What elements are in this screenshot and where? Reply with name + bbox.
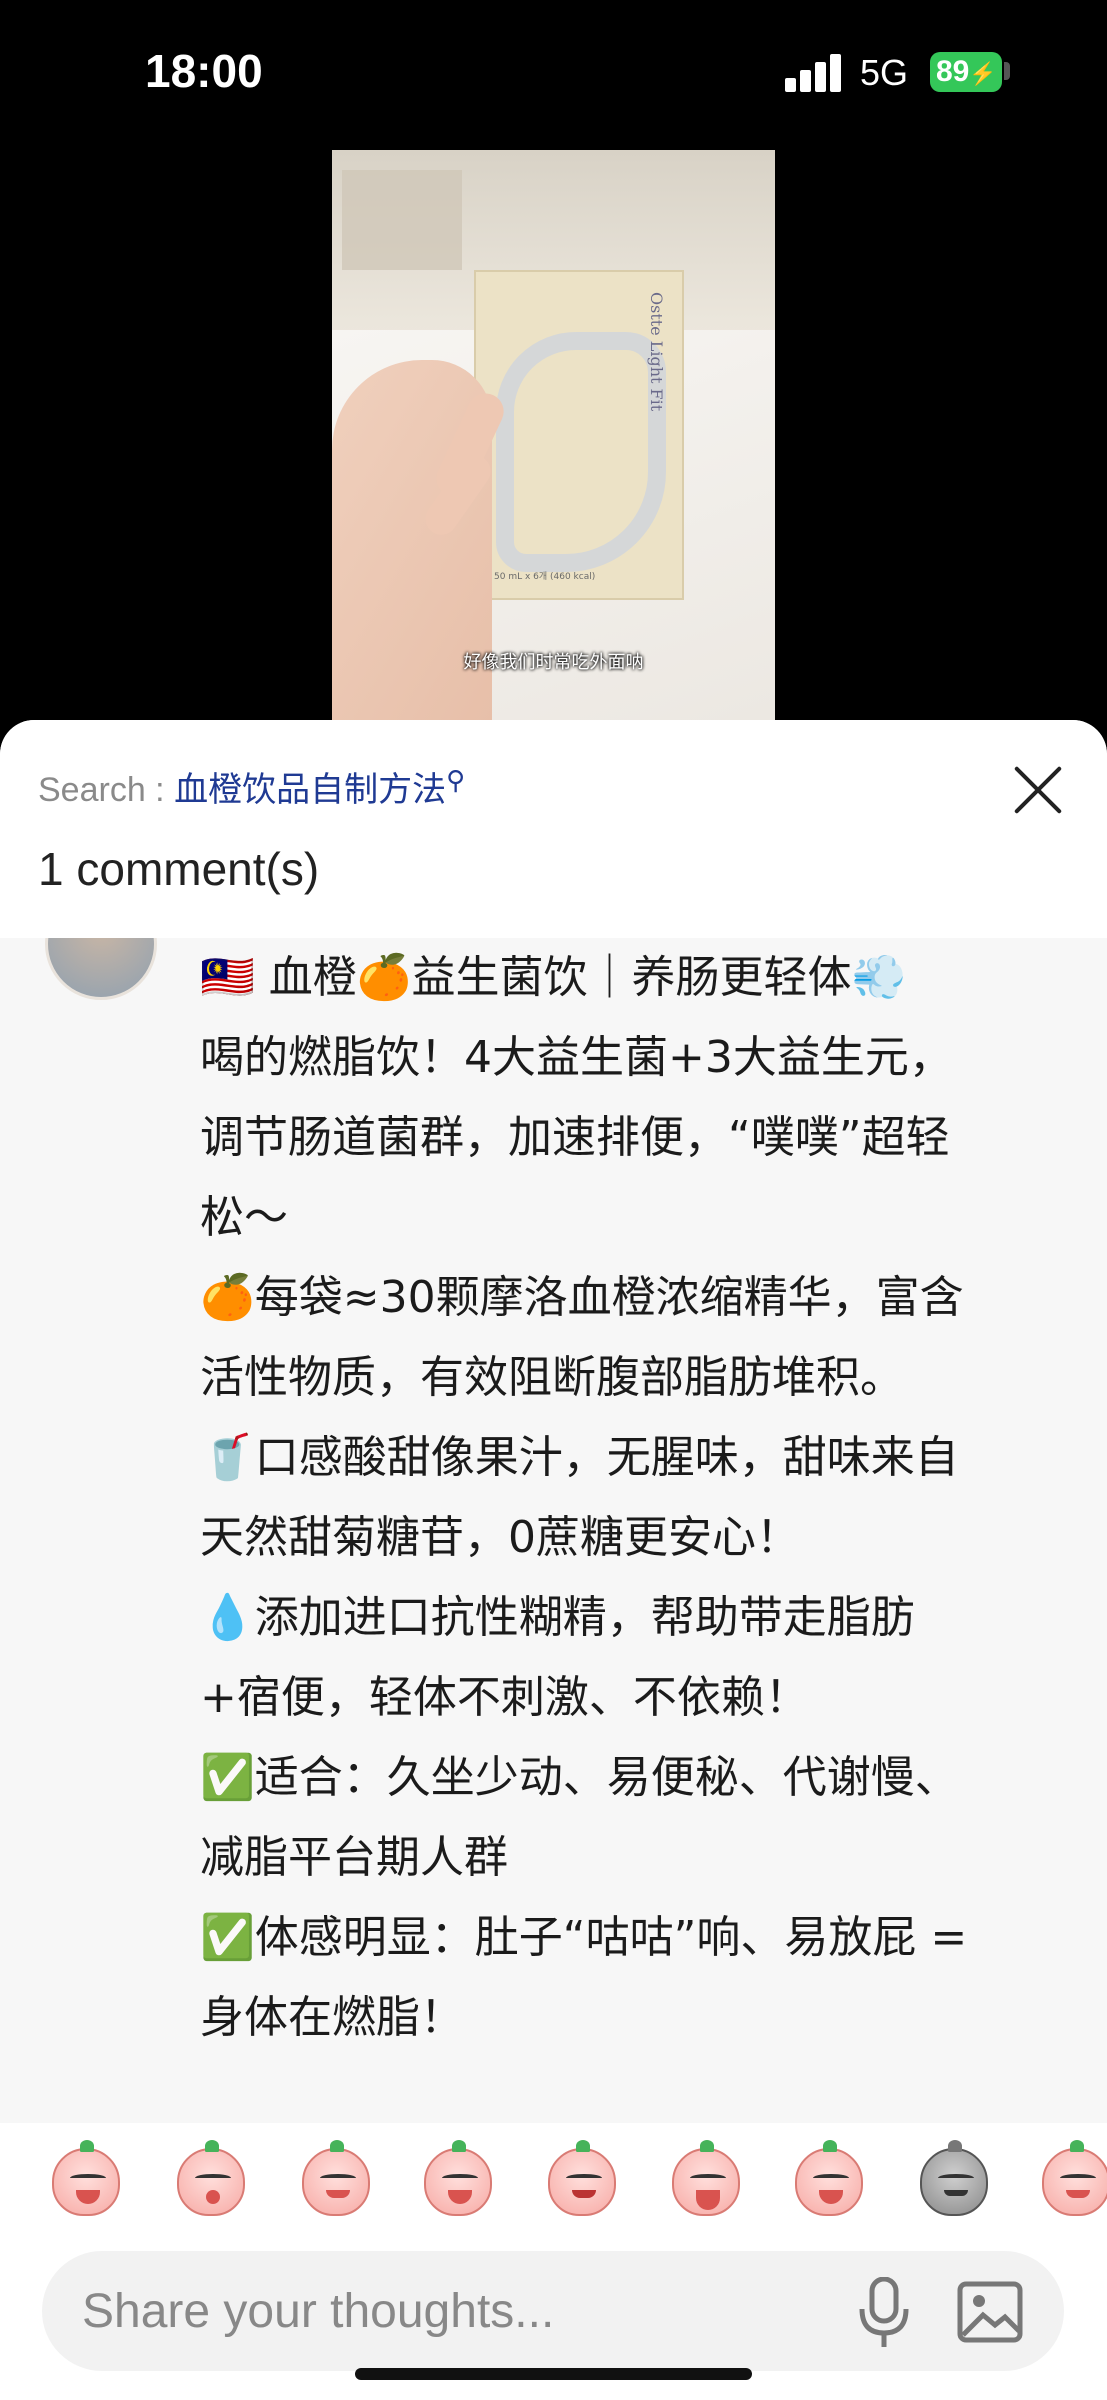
comment-line: 减脂平台期人群 bbox=[200, 1832, 508, 1883]
comment-line: 喝的燃脂饮！4大益生菌+3大益生元， bbox=[200, 1032, 953, 1083]
signal-icon bbox=[785, 52, 843, 92]
sheet-header: Search : 血橙饮品自制方法⚲ 1 comment(s) bbox=[0, 720, 1107, 938]
emoji-bar bbox=[0, 2123, 1107, 2243]
comment-line: 💧添加进口抗性糊精，帮助带走脂肪 bbox=[200, 1592, 915, 1643]
search-query-link[interactable]: 血橙饮品自制方法 bbox=[174, 771, 446, 809]
comment-line: 🍊每袋≈30颗摩洛血橙浓缩精华，富含 bbox=[200, 1272, 964, 1323]
comment-line: 调节肠道菌群，加速排便，“噗噗”超轻 bbox=[200, 1112, 950, 1163]
comment-line: 身体在燃脂！ bbox=[200, 1992, 464, 2043]
battery-level: 89 bbox=[936, 55, 970, 88]
video-player[interactable]: Ostte Light Fit 50 mL x 6개 (460 kcal) 好像… bbox=[0, 150, 1107, 720]
comment-line: 松～ bbox=[200, 1192, 288, 1243]
microphone-icon[interactable] bbox=[854, 2277, 914, 2349]
home-indicator[interactable] bbox=[355, 2368, 752, 2380]
network-label: 5G bbox=[860, 52, 909, 93]
gray-peach-emoji[interactable] bbox=[920, 2140, 988, 2216]
search-suggestion[interactable]: Search : 血橙饮品自制方法⚲ bbox=[38, 762, 465, 811]
comment-input[interactable] bbox=[82, 2283, 782, 2339]
image-icon[interactable] bbox=[957, 2281, 1023, 2343]
search-label: Search : bbox=[38, 771, 175, 809]
close-button[interactable] bbox=[1010, 762, 1066, 818]
product-detail: 50 mL x 6개 (460 kcal) bbox=[494, 572, 596, 582]
comment-item: 🇲🇾 血橙🍊益生菌饮｜养肠更轻体💨 喝的燃脂饮！4大益生菌+3大益生元， 调节肠… bbox=[0, 938, 1107, 2123]
comment-line: 活性物质，有效阻断腹部脂肪堆积。 bbox=[200, 1352, 904, 1403]
status-time: 18:00 bbox=[145, 45, 263, 97]
comment-count: 1 comment(s) bbox=[38, 843, 320, 895]
comment-line: ✅适合：久坐少动、易便秘、代谢慢、 bbox=[200, 1752, 959, 1803]
status-bar: 18:00 5G 89⚡ bbox=[0, 0, 1107, 150]
comment-text: 🇲🇾 血橙🍊益生菌饮｜养肠更轻体💨 喝的燃脂饮！4大益生菌+3大益生元， 调节肠… bbox=[200, 938, 1080, 2058]
laughing-peach-emoji[interactable] bbox=[672, 2140, 740, 2216]
search-icon[interactable]: ⚲ bbox=[446, 765, 465, 795]
sobbing-peach-emoji[interactable] bbox=[795, 2140, 863, 2216]
comment-line: +宿便，轻体不刺激、不依赖！ bbox=[200, 1672, 809, 1723]
video-frame[interactable]: Ostte Light Fit 50 mL x 6개 (460 kcal) 好像… bbox=[332, 150, 775, 720]
product-name: Ostte Light Fit bbox=[647, 292, 666, 412]
comment-line: 🥤口感酸甜像果汁，无腥味，甜味来自 bbox=[200, 1432, 959, 1483]
crying-peach-emoji[interactable] bbox=[52, 2140, 120, 2216]
comment-line: 天然甜菊糖苷，0蔗糖更安心！ bbox=[200, 1512, 800, 1563]
comment-sheet: Search : 血橙饮品自制方法⚲ 1 comment(s) 🇲🇾 血橙🍊益生… bbox=[0, 720, 1107, 2400]
comment-line: ✅体感明显：肚子“咕咕”响、易放屁 = bbox=[200, 1912, 968, 1963]
praying-peach-emoji[interactable] bbox=[548, 2140, 616, 2216]
battery-cap bbox=[1004, 62, 1010, 80]
video-caption: 好像我们时常吃外面呐 bbox=[463, 652, 644, 673]
comment-line: 🇲🇾 血橙🍊益生菌饮｜养肠更轻体💨 bbox=[200, 952, 907, 1003]
battery-icon: 89⚡ bbox=[930, 52, 1002, 92]
avatar[interactable] bbox=[45, 938, 157, 1000]
smiling-peach-emoji[interactable] bbox=[1042, 2140, 1107, 2216]
shy-peach-emoji[interactable] bbox=[302, 2140, 370, 2216]
facepalm-peach-emoji[interactable] bbox=[424, 2140, 492, 2216]
wall-rack-image bbox=[342, 170, 462, 270]
product-box-image: Ostte Light Fit 50 mL x 6개 (460 kcal) bbox=[474, 270, 684, 600]
comment-input-pill[interactable] bbox=[42, 2251, 1064, 2371]
kissing-peach-emoji[interactable] bbox=[177, 2140, 245, 2216]
